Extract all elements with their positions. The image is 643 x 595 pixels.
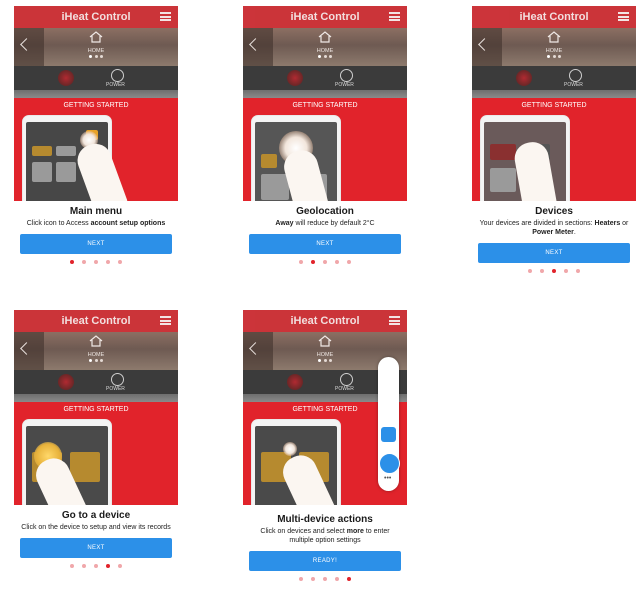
home-icon[interactable] <box>318 335 332 347</box>
power-label: POWER <box>106 82 125 88</box>
room-hero: HOME <box>14 332 178 370</box>
bell-icon[interactable] <box>379 453 400 474</box>
hero-pager <box>88 45 104 63</box>
heater-icon[interactable] <box>58 70 74 86</box>
app-bar: iHeat Control <box>243 310 407 332</box>
screen-description: Away will reduce by default 2°C <box>275 220 375 227</box>
getting-started-label: GETTING STARTED <box>63 102 129 109</box>
page-indicator <box>14 260 178 266</box>
screen-title: Devices <box>535 206 573 217</box>
menu-icon[interactable] <box>618 12 629 21</box>
tutorial-banner: GETTING STARTED <box>472 98 636 201</box>
tutorial-banner: GETTING STARTED <box>14 402 178 505</box>
section-tabs: POWER <box>14 370 178 394</box>
heater-icon[interactable] <box>516 70 532 86</box>
screen-description: Click on the device to setup and view it… <box>21 524 171 531</box>
tutorial-banner: GETTING STARTED <box>14 98 178 201</box>
power-label: POWER <box>335 386 354 392</box>
power-label: POWER <box>564 82 583 88</box>
power-label: POWER <box>106 386 125 392</box>
app-bar: iHeat Control <box>243 6 407 28</box>
room-hero: HOME <box>14 28 178 66</box>
power-icon[interactable] <box>569 69 582 82</box>
getting-started-label: GETTING STARTED <box>63 406 129 413</box>
hero-pager <box>317 349 333 367</box>
app-title: iHeat Control <box>290 11 360 23</box>
home-icon[interactable] <box>89 335 103 347</box>
tutorial-banner: GETTING STARTED <box>243 98 407 201</box>
page-indicator <box>14 564 178 570</box>
menu-icon[interactable] <box>160 316 171 325</box>
next-button[interactable]: NEXT <box>20 538 172 558</box>
app-bar: iHeat Control <box>14 310 178 332</box>
next-button[interactable]: NEXT <box>478 243 630 263</box>
onboarding-screen-main-menu: iHeat Control HOME POWER GETTING STARTED… <box>14 6 178 266</box>
menu-icon[interactable] <box>389 12 400 21</box>
power-icon[interactable] <box>111 373 124 386</box>
screen-description: Click icon to Access account setup optio… <box>26 220 166 227</box>
more-icon[interactable]: ••• <box>384 475 391 482</box>
getting-started-label: GETTING STARTED <box>521 102 587 109</box>
screen-description: Click on devices and select more to ente… <box>260 528 390 544</box>
app-title: iHeat Control <box>290 315 360 327</box>
power-icon[interactable] <box>340 373 353 386</box>
multi-action-panel: ••• <box>378 357 400 491</box>
hero-pager <box>88 349 104 367</box>
page-indicator <box>243 260 407 266</box>
page-indicator <box>472 269 636 275</box>
power-icon[interactable] <box>111 69 124 82</box>
section-tabs: POWER <box>14 66 178 90</box>
screen-title: Multi-device actions <box>277 514 373 525</box>
room-hero: HOME <box>472 28 636 66</box>
page-indicator <box>243 577 407 583</box>
app-bar: iHeat Control <box>14 6 178 28</box>
hero-pager <box>317 45 333 63</box>
screen-title: Geolocation <box>296 206 354 217</box>
app-bar: iHeat Control <box>472 6 636 28</box>
ready-button[interactable]: READY! <box>249 551 401 571</box>
onboarding-screen-geolocation: iHeat Control HOME POWER GETTING STARTED… <box>243 6 407 266</box>
onboarding-screen-multi-device: iHeat Control HOME POWER GETTING STARTED… <box>243 310 407 583</box>
screen-description: Your devices are divided in sections: He… <box>479 220 629 236</box>
heater-icon[interactable] <box>287 70 303 86</box>
next-button[interactable]: NEXT <box>249 234 401 254</box>
screen-title: Go to a device <box>61 510 131 521</box>
menu-icon[interactable] <box>160 12 171 21</box>
app-title: iHeat Control <box>61 315 131 327</box>
onboarding-screen-go-to-device: iHeat Control HOME POWER GETTING STARTED… <box>14 310 178 570</box>
power-icon[interactable] <box>340 69 353 82</box>
screen-title: Main menu <box>69 206 123 217</box>
heater-icon[interactable] <box>58 374 74 390</box>
home-icon[interactable] <box>318 31 332 43</box>
getting-started-label: GETTING STARTED <box>292 102 358 109</box>
home-icon[interactable] <box>547 31 561 43</box>
next-button[interactable]: NEXT <box>20 234 172 254</box>
hero-pager <box>546 45 562 63</box>
app-title: iHeat Control <box>519 11 589 23</box>
onboarding-screen-devices: iHeat Control HOME POWER GETTING STARTED… <box>472 6 636 275</box>
music-icon[interactable] <box>381 427 396 442</box>
app-title: iHeat Control <box>61 11 131 23</box>
power-label: POWER <box>335 82 354 88</box>
section-tabs: POWER <box>472 66 636 90</box>
menu-icon[interactable] <box>389 316 400 325</box>
section-tabs: POWER <box>243 66 407 90</box>
heater-icon[interactable] <box>287 374 303 390</box>
home-icon[interactable] <box>89 31 103 43</box>
room-hero: HOME <box>243 28 407 66</box>
